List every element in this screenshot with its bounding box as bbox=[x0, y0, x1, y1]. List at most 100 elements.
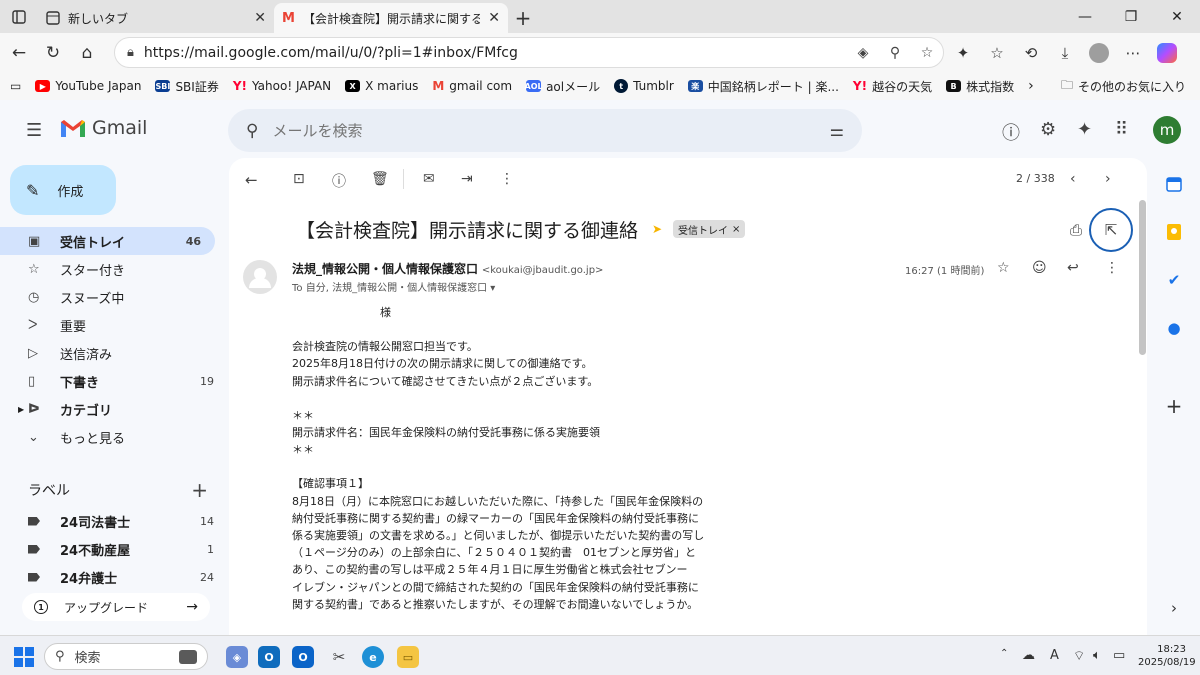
history-icon[interactable]: ⟲ bbox=[1014, 44, 1048, 62]
back-to-inbox-icon[interactable]: ← bbox=[245, 171, 258, 189]
open-in-new-window-icon[interactable]: ⇱ bbox=[1089, 208, 1133, 252]
main-menu-icon[interactable]: ☰ bbox=[26, 120, 42, 141]
tasks-icon[interactable]: ✔ bbox=[1164, 270, 1184, 290]
archive-icon[interactable]: ⊡ bbox=[293, 171, 305, 187]
browser-tab-gmail[interactable]: M 【会計検査院】開示請求に関する御連 ✕ bbox=[274, 3, 508, 33]
mark-unread-icon[interactable]: ✉ bbox=[423, 171, 435, 187]
contacts-icon[interactable]: ● bbox=[1164, 318, 1184, 338]
close-tab-icon[interactable]: ✕ bbox=[254, 10, 266, 26]
nav-inbox[interactable]: ▣ 受信トレイ 46 bbox=[0, 227, 215, 255]
search-input[interactable] bbox=[272, 121, 830, 140]
downloads-icon[interactable]: ⤓ bbox=[1048, 44, 1082, 62]
back-icon[interactable]: ← bbox=[2, 36, 36, 70]
report-spam-icon[interactable]: ⓘ bbox=[332, 171, 346, 191]
bookmarks-overflow-icon[interactable]: › bbox=[1021, 78, 1041, 94]
taskbar-clock[interactable]: 18:23 2025/08/19 bbox=[1138, 643, 1196, 669]
settings-gear-icon[interactable]: ⚙ bbox=[1040, 119, 1056, 140]
favorites-icon[interactable]: ☆ bbox=[980, 44, 1014, 62]
calendar-icon[interactable] bbox=[1164, 174, 1184, 194]
bookmark-sbi[interactable]: SBI SBI証券 bbox=[148, 78, 225, 95]
bookmark-gmail[interactable]: Mgmail com bbox=[425, 79, 519, 93]
delete-icon[interactable]: 🗑︎ bbox=[371, 171, 389, 187]
bookmark-weather[interactable]: Y! 越谷の天気 bbox=[846, 78, 939, 95]
label-item[interactable]: 24司法書士 14 bbox=[0, 507, 228, 535]
bookmarks-menu-icon[interactable]: ▭ bbox=[0, 79, 28, 93]
add-label-icon[interactable]: + bbox=[191, 478, 208, 502]
password-key-icon[interactable]: ◈ bbox=[847, 45, 879, 61]
restore-icon[interactable]: ❐ bbox=[1108, 0, 1154, 33]
home-icon[interactable]: ⌂ bbox=[70, 36, 104, 70]
gemini-sparkle-icon[interactable]: ✦ bbox=[1077, 119, 1092, 140]
favorite-star-icon[interactable]: ☆ bbox=[911, 45, 943, 61]
star-message-icon[interactable]: ☆ bbox=[997, 260, 1010, 276]
remove-label-icon[interactable]: × bbox=[732, 224, 740, 235]
reply-icon[interactable]: ↩ bbox=[1067, 260, 1079, 276]
volume-icon[interactable]: 🔈︎ bbox=[1093, 648, 1101, 663]
emoji-react-icon[interactable]: ☺ bbox=[1032, 260, 1047, 276]
search-options-icon[interactable]: ⚌ bbox=[830, 121, 844, 140]
taskbar-search[interactable]: ⚲ 検索 bbox=[44, 643, 208, 670]
mail-search-bar[interactable]: ⚲ ⚌ bbox=[228, 109, 862, 152]
bookmark-youtube[interactable]: ▶ YouTube Japan bbox=[28, 79, 148, 93]
bookmark-x[interactable]: X X marius bbox=[338, 79, 425, 93]
older-chevron-icon[interactable]: › bbox=[1105, 171, 1111, 187]
upgrade-button[interactable]: 1 アップグレード → bbox=[22, 593, 210, 621]
bookmark-tumblr[interactable]: t Tumblr bbox=[607, 79, 681, 93]
settings-more-icon[interactable]: ⋯ bbox=[1116, 44, 1150, 62]
keep-icon[interactable] bbox=[1164, 222, 1184, 242]
refresh-icon[interactable]: ↻ bbox=[36, 36, 70, 70]
label-item[interactable]: 24不動産屋 1 bbox=[0, 535, 228, 563]
onedrive-icon[interactable]: ☁ bbox=[1022, 648, 1035, 663]
nav-starred[interactable]: ☆ スター付き bbox=[0, 255, 228, 283]
bookmark-index[interactable]: B 株式指数 bbox=[939, 78, 1021, 95]
recipients-line[interactable]: To 自分, 法規_情報公開・個人情報保護窓口 ▾ bbox=[292, 279, 495, 294]
minimize-icon[interactable]: — bbox=[1062, 0, 1108, 33]
bookmark-rakuten[interactable]: 楽中国銘柄レポート | 楽... bbox=[681, 78, 846, 95]
new-tab-button[interactable]: + bbox=[508, 3, 538, 33]
nav-important[interactable]: ᐳ 重要 bbox=[0, 311, 228, 339]
expand-caret-icon[interactable]: ▶ bbox=[18, 405, 24, 414]
wifi-icon[interactable]: ⌔ bbox=[1073, 648, 1085, 664]
outlook-icon[interactable]: O bbox=[258, 646, 280, 668]
bookmark-yahoo[interactable]: Y! Yahoo! JAPAN bbox=[226, 79, 338, 93]
battery-icon[interactable]: ▭ bbox=[1113, 648, 1125, 663]
hide-side-panel-icon[interactable]: › bbox=[1164, 598, 1184, 618]
nav-drafts[interactable]: ▯ 下書き 19 bbox=[0, 367, 228, 395]
copilot-icon[interactable] bbox=[1150, 42, 1184, 63]
help-icon[interactable]: ⓘ bbox=[1002, 119, 1020, 145]
tray-overflow-icon[interactable]: ⌃ bbox=[1000, 648, 1008, 659]
print-icon[interactable]: ⎙ bbox=[1070, 221, 1082, 239]
close-window-icon[interactable]: ✕ bbox=[1154, 0, 1200, 33]
account-avatar[interactable]: m bbox=[1153, 116, 1181, 144]
nav-more[interactable]: ⌄ もっと見る bbox=[0, 423, 228, 451]
nav-snoozed[interactable]: ◷ スヌーズ中 bbox=[0, 283, 228, 311]
label-item[interactable]: 24弁護士 24 bbox=[0, 563, 228, 591]
url-text[interactable]: https://mail.google.com/mail/u/0/?pli=1#… bbox=[144, 45, 847, 61]
caret-down-icon[interactable]: ▾ bbox=[490, 283, 495, 294]
profile-icon[interactable] bbox=[1082, 42, 1116, 63]
move-to-icon[interactable]: ⇥ bbox=[461, 171, 473, 187]
sender-name[interactable]: 法規_情報公開・個人情報保護窓口 bbox=[292, 262, 478, 276]
compose-button[interactable]: ✎ 作成 bbox=[10, 165, 116, 215]
ime-indicator[interactable]: A bbox=[1050, 648, 1059, 663]
extensions-icon[interactable]: ✦ bbox=[946, 44, 980, 62]
search-icon[interactable]: ⚲ bbox=[246, 121, 258, 141]
snipping-tool-icon[interactable]: ✂ bbox=[328, 646, 350, 668]
gmail-logo[interactable]: Gmail bbox=[60, 117, 147, 139]
file-explorer-icon[interactable]: ▭ bbox=[397, 646, 419, 668]
nav-sent[interactable]: ▷ 送信済み bbox=[0, 339, 228, 367]
close-tab-icon[interactable]: ✕ bbox=[488, 10, 500, 26]
apps-grid-icon[interactable]: ⠿ bbox=[1115, 119, 1128, 140]
message-scrollbar[interactable] bbox=[1139, 200, 1146, 355]
tab-actions-icon[interactable] bbox=[0, 0, 38, 33]
other-favorites[interactable]: 🗀 その他のお気に入り bbox=[1054, 76, 1200, 97]
nav-categories[interactable]: ▶ ᐅ カテゴリ bbox=[0, 395, 228, 423]
app-icon-1[interactable]: ◈ bbox=[226, 646, 248, 668]
more-actions-icon[interactable]: ⋮ bbox=[500, 171, 514, 187]
newer-chevron-icon[interactable]: ‹ bbox=[1070, 171, 1076, 187]
edge-browser-icon[interactable]: e bbox=[362, 646, 384, 668]
importance-marker-icon[interactable]: ➤ bbox=[652, 222, 662, 236]
add-addon-icon[interactable]: + bbox=[1164, 394, 1184, 418]
windows-start-icon[interactable] bbox=[14, 647, 34, 667]
message-more-icon[interactable]: ⋮ bbox=[1105, 260, 1119, 276]
